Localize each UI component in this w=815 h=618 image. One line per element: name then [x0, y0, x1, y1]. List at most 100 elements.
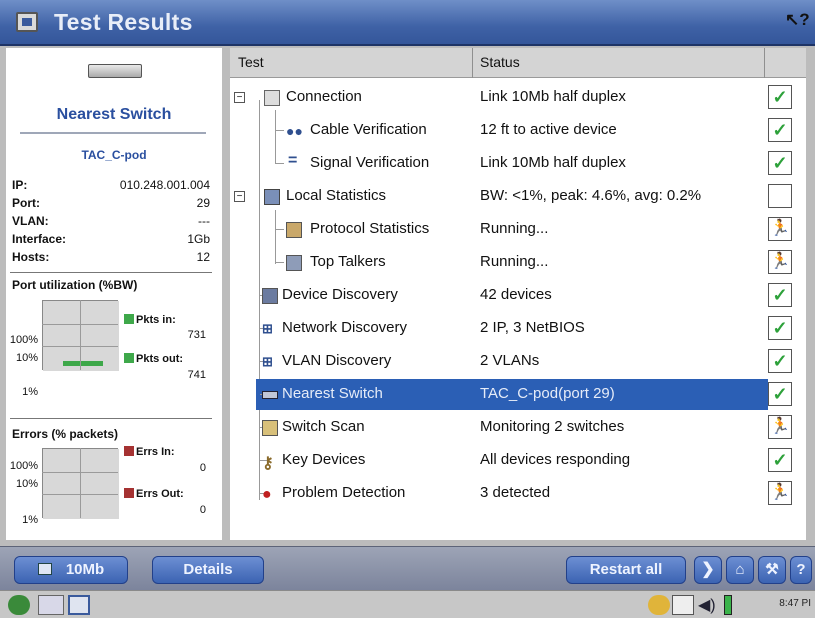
clipboard-icon[interactable]	[672, 595, 694, 615]
protocol-icon	[286, 222, 302, 238]
talkers-icon	[286, 255, 302, 271]
test-status: Running...	[480, 253, 549, 270]
window-title: Test Results	[54, 9, 193, 35]
running-man-icon[interactable]: 🏃	[768, 415, 792, 439]
speaker-icon[interactable]: ◀)	[698, 595, 720, 615]
help-icon[interactable]: ?	[790, 556, 812, 584]
y-label: 100%	[9, 334, 38, 346]
battery-icon[interactable]	[724, 595, 732, 615]
details-button[interactable]: Details	[152, 556, 264, 584]
next-arrow-icon[interactable]: ❯	[694, 556, 722, 584]
test-name: Problem Detection	[282, 484, 406, 501]
device-icon	[262, 288, 278, 304]
pass-check-icon[interactable]: ✓	[768, 283, 792, 307]
errors-graph	[36, 442, 122, 522]
legend-errs-out: Errs Out:	[124, 488, 184, 500]
field-value: 010.248.001.004	[119, 178, 210, 192]
field-interface: Interface: 1Gb	[12, 232, 210, 246]
column-header-test[interactable]: Test	[238, 54, 264, 70]
table-row[interactable]: ⊞ Network Discovery 2 IP, 3 NetBIOS ✓	[230, 312, 806, 345]
table-row[interactable]: ●● Cable Verification 12 ft to active de…	[230, 114, 806, 147]
grid-line	[80, 300, 81, 370]
start-icon[interactable]	[8, 595, 30, 615]
field-vlan: VLAN: ---	[12, 214, 210, 228]
pass-check-icon[interactable]: ✓	[768, 382, 792, 406]
keyboard-icon[interactable]	[38, 595, 64, 615]
link-speed-button[interactable]: 10Mb	[14, 556, 128, 584]
collapse-icon[interactable]: −	[234, 92, 245, 103]
pass-check-icon[interactable]: ✓	[768, 448, 792, 472]
table-row[interactable]: ● Problem Detection 3 detected 🏃	[230, 477, 806, 510]
switch-icon	[262, 391, 278, 399]
field-ip: IP: 010.248.001.004	[12, 178, 210, 192]
table-row[interactable]: = Signal Verification Link 10Mb half dup…	[230, 147, 806, 180]
test-status: Running...	[480, 220, 549, 237]
y-label: 1%	[22, 386, 38, 398]
app-window-icon[interactable]	[16, 12, 38, 32]
tree-line	[276, 262, 284, 263]
legend-pkts-in: Pkts in:	[124, 314, 176, 326]
legend-value: 731	[187, 329, 206, 341]
pass-check-icon[interactable]: ✓	[768, 85, 792, 109]
y-label: 1%	[22, 514, 38, 526]
key-icon: ⚷	[262, 455, 274, 472]
field-label: Port:	[12, 196, 40, 210]
legend-swatch	[124, 488, 134, 498]
field-value: 29	[196, 196, 210, 210]
port-util-graph	[36, 294, 122, 374]
test-status: Link 10Mb half duplex	[480, 88, 626, 105]
test-status: 12 ft to active device	[480, 121, 617, 138]
test-name: Signal Verification	[310, 154, 430, 171]
port-util-title: Port utilization (%BW)	[12, 278, 138, 292]
bottom-toolbar: 10Mb Details Restart all ❯ ⌂ ⚒ ?	[0, 546, 815, 590]
table-row[interactable]: Top Talkers Running... 🏃	[230, 246, 806, 279]
problem-icon: ●	[262, 486, 272, 503]
help-cursor-icon[interactable]: ↖?	[785, 10, 810, 34]
pass-check-icon[interactable]: ✓	[768, 118, 792, 142]
wrench-icon[interactable]: ⚒	[758, 556, 786, 584]
pass-check-icon[interactable]: ✓	[768, 316, 792, 340]
empty-status-icon[interactable]	[768, 184, 792, 208]
test-status: All devices responding	[480, 451, 631, 468]
legend-value: 0	[199, 504, 206, 516]
status-icon[interactable]	[648, 595, 670, 615]
legend-swatch	[124, 353, 134, 363]
running-man-icon[interactable]: 🏃	[768, 217, 792, 241]
link-speed-label: 10Mb	[65, 561, 105, 578]
running-man-icon[interactable]: 🏃	[768, 481, 792, 505]
taskbar-clock[interactable]: 8:47 PI	[779, 598, 811, 609]
test-status: TAC_C-pod(port 29)	[480, 385, 615, 402]
test-name: Switch Scan	[282, 418, 365, 435]
field-hosts: Hosts: 12	[12, 250, 210, 264]
table-row[interactable]: Protocol Statistics Running... 🏃	[230, 213, 806, 246]
pass-check-icon[interactable]: ✓	[768, 349, 792, 373]
table-row[interactable]: ⚷ Key Devices All devices responding ✓	[230, 444, 806, 477]
column-header-status[interactable]: Status	[480, 54, 520, 70]
field-value: 12	[196, 250, 210, 264]
legend-value: 0	[199, 462, 206, 474]
test-status: 42 devices	[480, 286, 552, 303]
table-row-selected[interactable]: Nearest Switch TAC_C-pod(port 29) ✓	[230, 378, 806, 411]
heading-divider	[20, 132, 206, 134]
home-icon[interactable]: ⌂	[726, 556, 754, 584]
table-row[interactable]: − Connection Link 10Mb half duplex ✓	[230, 81, 806, 114]
test-status: 2 IP, 3 NetBIOS	[480, 319, 585, 336]
legend-label: Pkts out:	[136, 353, 184, 365]
legend-swatch	[124, 446, 134, 456]
test-status: Link 10Mb half duplex	[480, 154, 626, 171]
table-row[interactable]: − Local Statistics BW: <1%, peak: 4.6%, …	[230, 180, 806, 213]
table-row[interactable]: Device Discovery 42 devices ✓	[230, 279, 806, 312]
network-icon: ⊞	[262, 321, 273, 336]
vlan-icon: ⊞	[262, 354, 273, 369]
table-row[interactable]: ⊞ VLAN Discovery 2 VLANs ✓	[230, 345, 806, 378]
pass-check-icon[interactable]: ✓	[768, 151, 792, 175]
running-man-icon[interactable]: 🏃	[768, 250, 792, 274]
collapse-icon[interactable]: −	[234, 191, 245, 202]
nearest-switch-panel: Nearest Switch TAC_C-pod IP: 010.248.001…	[6, 48, 222, 540]
restart-all-button[interactable]: Restart all	[566, 556, 686, 584]
table-row[interactable]: Switch Scan Monitoring 2 switches 🏃	[230, 411, 806, 444]
signal-icon: =	[288, 152, 298, 169]
test-name: VLAN Discovery	[282, 352, 392, 369]
window-icon[interactable]	[68, 595, 90, 615]
legend-swatch	[124, 314, 134, 324]
